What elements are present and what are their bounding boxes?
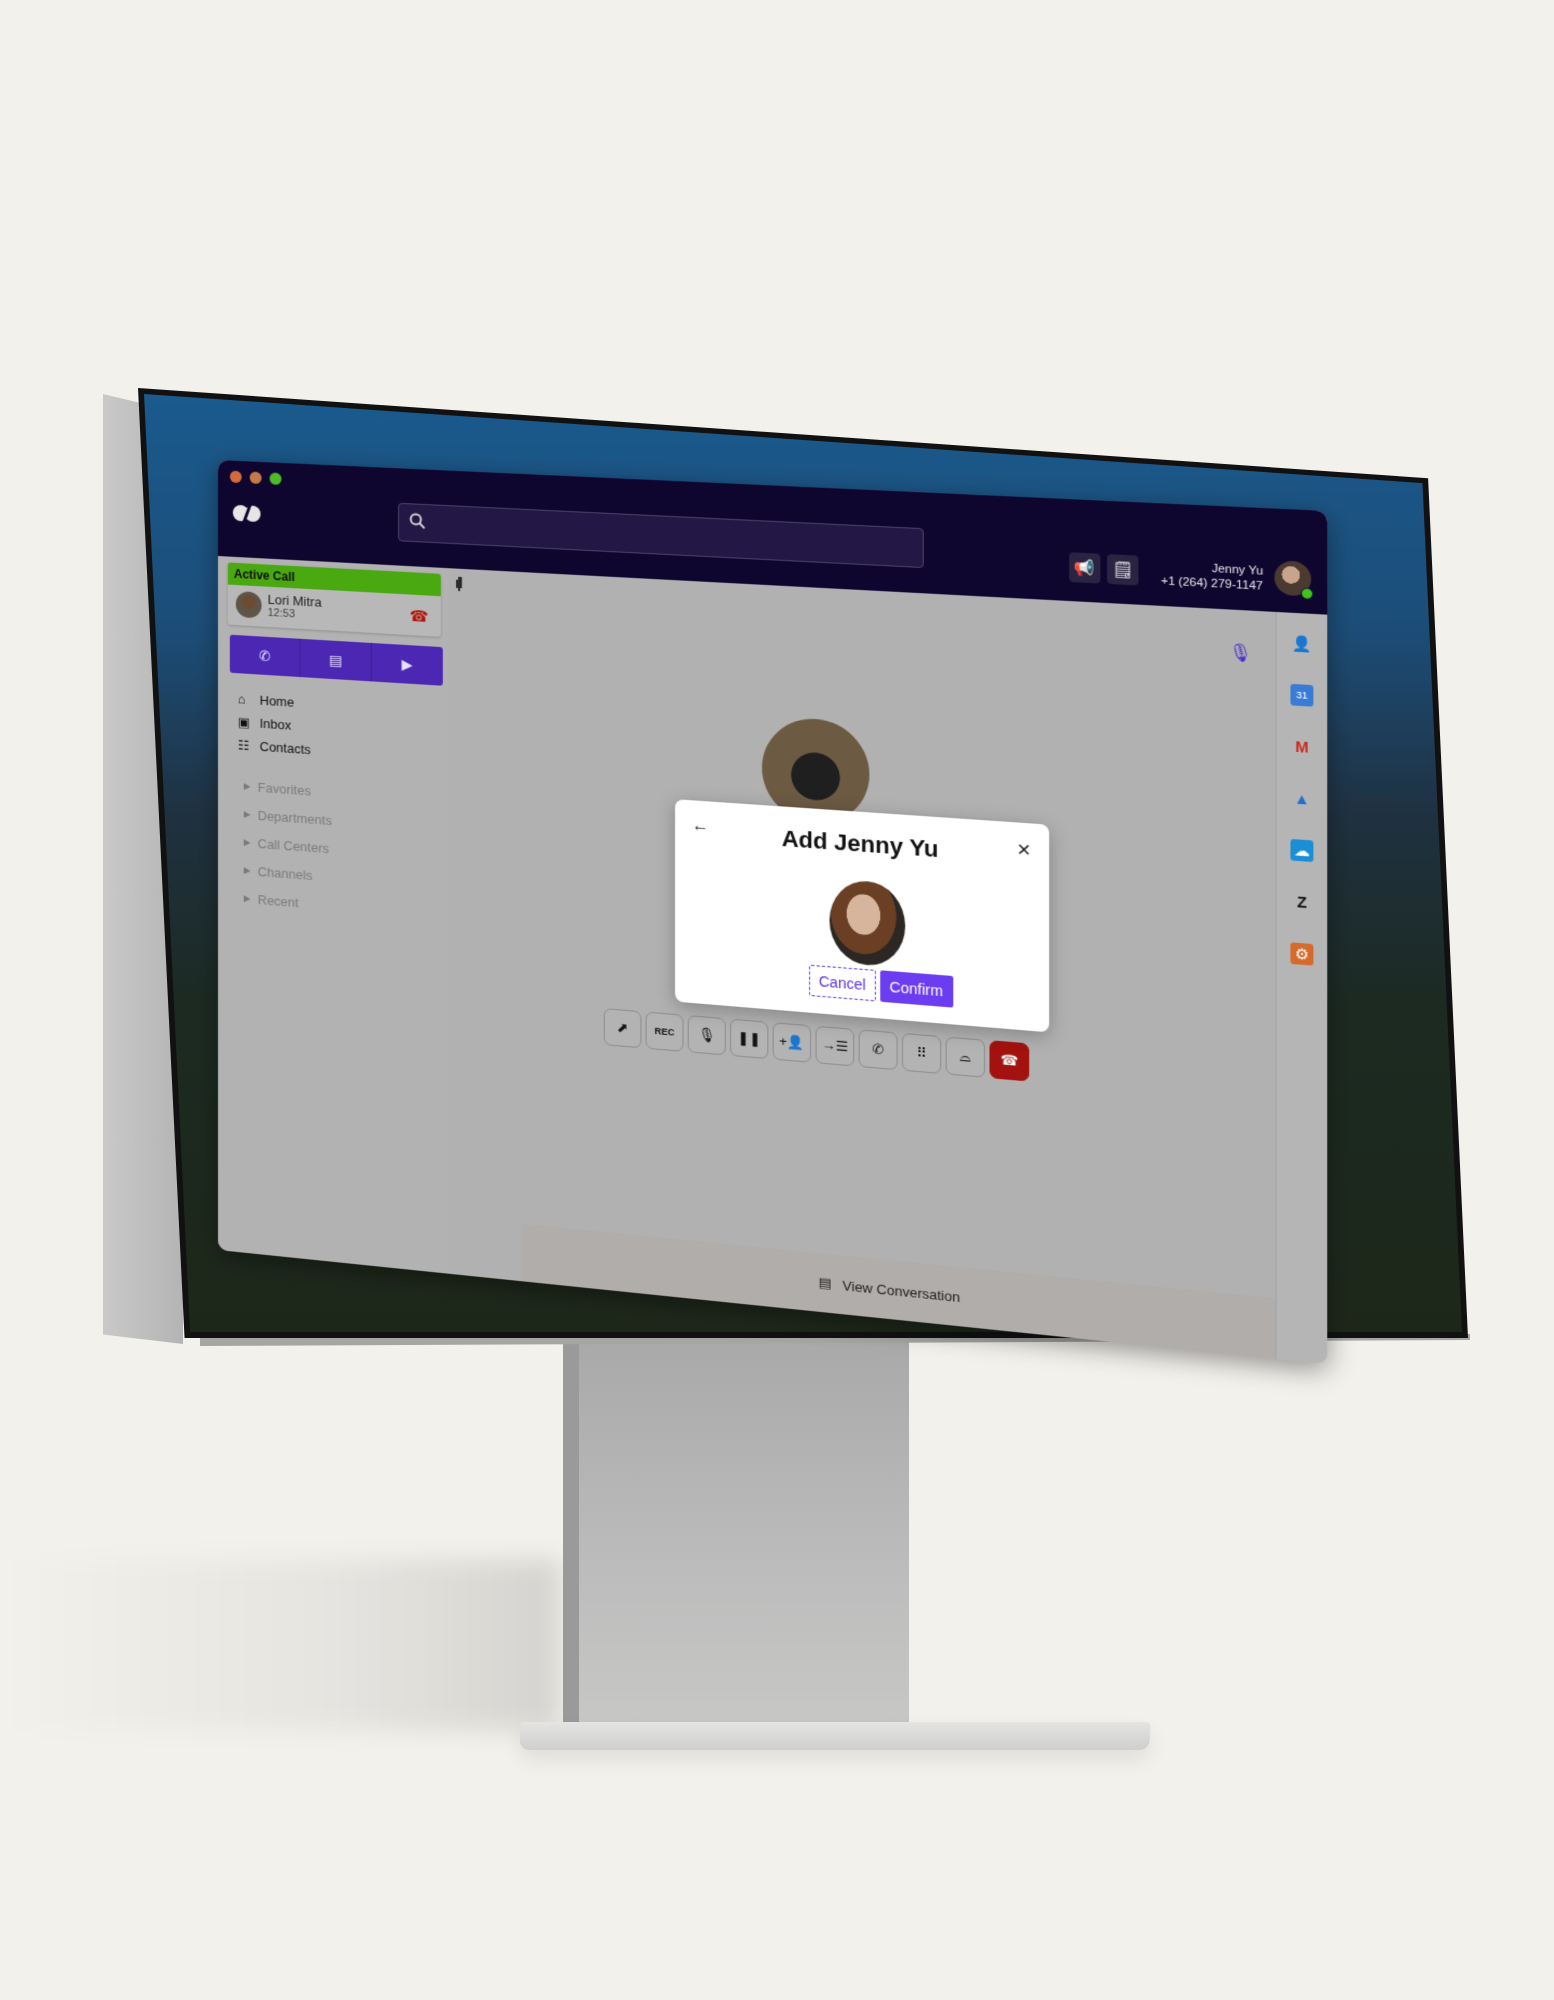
microphone-icon[interactable]: 🎙 (687, 1015, 726, 1056)
group-label: Recent (257, 891, 299, 910)
dialpad-logo-icon[interactable] (232, 501, 262, 529)
megaphone-icon[interactable]: 📢 (1069, 552, 1101, 584)
person-icon[interactable]: 👤 (1290, 632, 1313, 655)
add-person-icon[interactable]: +👤 (772, 1022, 812, 1063)
app-window: 📢 🗒 Jenny Yu +1 (264) 279-1147 Active Ca… (218, 460, 1328, 1365)
call-swap-icon[interactable]: ✆ (858, 1029, 898, 1071)
pause-icon[interactable]: ❚❚ (730, 1018, 769, 1060)
nav-label: Contacts (259, 738, 311, 758)
gmail-icon[interactable]: M (1290, 736, 1313, 759)
expand-arrow-icon: ▶ (243, 836, 251, 847)
active-call-header: Active Call (227, 562, 441, 597)
notepad-icon[interactable]: 🗒 (1107, 554, 1139, 586)
voicemail-icon[interactable]: ⌓ (945, 1036, 986, 1078)
call-panel: ı|l 🎙 12:53 ⬈ REC 🎙 ❚❚ +👤 →☰ ✆ ⠿ ⌓ ☎ ▤ V… (448, 568, 1277, 1359)
main-nav: ⌂ Home ▣ Inbox ☷ Contacts (238, 687, 311, 761)
confirm-button[interactable]: Confirm (879, 970, 953, 1008)
window-controls (229, 470, 282, 486)
inbox-icon: ▣ (237, 713, 250, 730)
integrations-rail: 👤 31 M ▲ ☁ Z ⚙ (1275, 611, 1328, 1365)
close-icon[interactable]: ✕ (1017, 839, 1032, 861)
screen-share-icon[interactable]: ⬈ (603, 1008, 642, 1049)
phone-icon[interactable]: ✆ (229, 634, 301, 678)
monitor-base (519, 1722, 1151, 1750)
search-icon (409, 512, 425, 534)
zendesk-icon[interactable]: Z (1290, 891, 1313, 914)
group-recent[interactable]: ▶ Recent (244, 884, 332, 919)
group-label: Departments (257, 807, 332, 828)
microphone-icon[interactable]: 🎙 (1228, 642, 1251, 665)
caller-avatar (235, 590, 262, 619)
dialog-actions: Cancel Confirm (809, 964, 953, 1008)
contacts-icon: ☷ (237, 736, 250, 753)
chat-icon[interactable]: ▤ (300, 638, 372, 682)
maximize-window-button[interactable] (269, 472, 282, 486)
signal-strength-icon[interactable]: ı|l (455, 575, 461, 592)
close-window-button[interactable] (229, 470, 242, 484)
hang-up-button[interactable]: ☎ (989, 1040, 1030, 1082)
view-conversation-label: View Conversation (842, 1277, 961, 1305)
expand-arrow-icon: ▶ (243, 808, 251, 819)
sidebar-groups: ▶ Favorites ▶ Departments ▶ Call Centers ▶ C… (244, 772, 332, 919)
expand-arrow-icon: ▶ (243, 892, 251, 904)
nav-label: Inbox (259, 715, 292, 733)
drive-icon[interactable]: ▲ (1290, 787, 1313, 810)
hubspot-icon[interactable]: ⚙ (1290, 942, 1314, 966)
salesforce-icon[interactable]: ☁ (1290, 838, 1314, 863)
transfer-icon[interactable]: →☰ (815, 1025, 855, 1067)
user-info[interactable]: Jenny Yu +1 (264) 279-1147 (1161, 559, 1263, 594)
keypad-icon[interactable]: ⠿ (901, 1032, 942, 1074)
monitor-mockup: 📢 🗒 Jenny Yu +1 (264) 279-1147 Active Ca… (0, 0, 1554, 2000)
stand-shadow (0, 1560, 560, 1730)
call-duration: 12:53 (267, 606, 296, 621)
nav-label: Home (259, 692, 295, 710)
search-bar[interactable] (398, 502, 924, 569)
sidebar: Active Call Lori Mitra 12:53 ☎ ✆ ▤ ▶ ⌂ H… (218, 556, 449, 1274)
hang-up-icon[interactable]: ☎ (410, 607, 429, 626)
quick-actions: ✆ ▤ ▶ (229, 634, 443, 686)
home-icon: ⌂ (237, 691, 246, 707)
search-input[interactable] (433, 514, 923, 558)
dialog-title: Add Jenny Yu (781, 825, 939, 863)
presence-indicator (1300, 587, 1314, 600)
chat-icon: ▤ (818, 1274, 832, 1292)
monitor-stand (563, 1340, 909, 1740)
minimize-window-button[interactable] (249, 471, 262, 485)
group-label: Channels (257, 863, 313, 883)
group-label: Call Centers (257, 835, 330, 856)
expand-arrow-icon: ▶ (243, 864, 251, 875)
contact-avatar (829, 878, 906, 969)
video-icon[interactable]: ▶ (372, 643, 443, 686)
add-contact-dialog: ← Add Jenny Yu ✕ Cancel Confirm (675, 799, 1050, 1033)
group-label: Favorites (257, 779, 311, 798)
cancel-button[interactable]: Cancel (809, 964, 876, 1002)
nav-item-contacts[interactable]: ☷ Contacts (238, 733, 311, 761)
calendar-icon[interactable]: 31 (1290, 683, 1314, 707)
expand-arrow-icon: ▶ (243, 780, 251, 791)
rec-icon[interactable]: REC (645, 1011, 684, 1052)
active-call-card[interactable]: Active Call Lori Mitra 12:53 ☎ (227, 562, 441, 637)
